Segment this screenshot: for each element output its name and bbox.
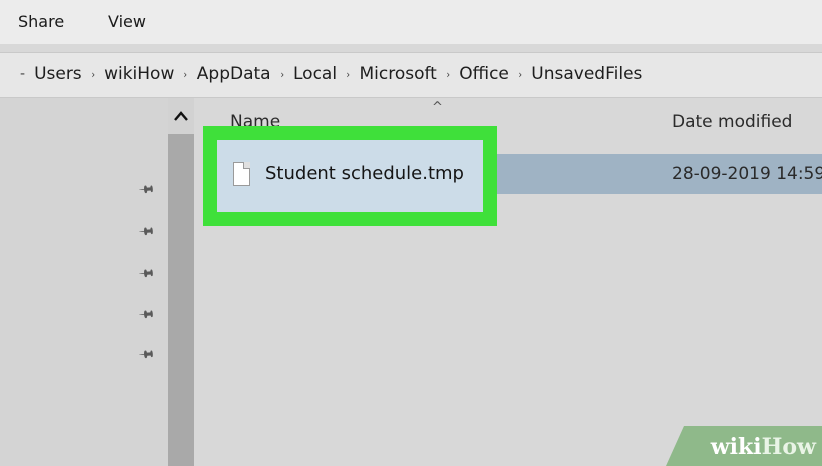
watermark-text-wiki: wiki: [710, 434, 762, 460]
column-header-date-modified[interactable]: Date modified: [672, 112, 792, 132]
pin-icon[interactable]: 🖈: [134, 177, 159, 204]
pin-icon[interactable]: 🖈: [134, 342, 159, 369]
chevron-up-icon: [174, 111, 188, 121]
breadcrumb-separator-icon[interactable]: ›: [347, 68, 351, 81]
file-explorer-window: Share View - Users › wikiHow › AppData ›…: [0, 0, 822, 466]
breadcrumb: - Users › wikiHow › AppData › Local › Mi…: [20, 64, 642, 84]
breadcrumb-separator-icon[interactable]: ›: [91, 68, 95, 81]
file-date-modified: 28-09-2019 14:59: [672, 164, 822, 184]
breadcrumb-separator-icon[interactable]: ›: [518, 68, 522, 81]
tab-share[interactable]: Share: [18, 12, 64, 31]
watermark-text-how: How: [761, 434, 816, 460]
pin-icon[interactable]: 🖈: [134, 219, 159, 246]
ribbon: Share View: [0, 0, 822, 44]
breadcrumb-office[interactable]: Office: [459, 64, 509, 84]
breadcrumb-unsavedfiles[interactable]: UnsavedFiles: [531, 64, 642, 84]
highlight-box: Student schedule.tmp: [203, 126, 497, 226]
address-bar[interactable]: - Users › wikiHow › AppData › Local › Mi…: [0, 52, 822, 98]
breadcrumb-appdata[interactable]: AppData: [197, 64, 271, 84]
watermark-logo: wikiHow: [711, 434, 816, 460]
document-icon: [233, 162, 250, 186]
watermark: wikiHow: [666, 426, 822, 466]
nav-scrollbar[interactable]: [168, 98, 194, 466]
pin-icon[interactable]: 🖈: [134, 302, 159, 329]
breadcrumb-local[interactable]: Local: [293, 64, 337, 84]
navigation-pane: 🖈 🖈 🖈 🖈 🖈: [0, 98, 168, 466]
breadcrumb-wikihow[interactable]: wikiHow: [104, 64, 174, 84]
breadcrumb-separator-icon[interactable]: ›: [184, 68, 188, 81]
breadcrumb-users[interactable]: Users: [34, 64, 82, 84]
tab-view[interactable]: View: [108, 12, 146, 31]
breadcrumb-separator-icon[interactable]: ›: [446, 68, 450, 81]
file-item[interactable]: Student schedule.tmp: [217, 140, 483, 212]
breadcrumb-lead: -: [20, 66, 26, 82]
file-name[interactable]: Student schedule.tmp: [265, 163, 464, 184]
scroll-up-icon[interactable]: [168, 98, 194, 134]
sort-indicator-icon: ^: [432, 100, 443, 115]
pin-icon[interactable]: 🖈: [134, 261, 159, 288]
breadcrumb-microsoft[interactable]: Microsoft: [359, 64, 436, 84]
breadcrumb-separator-icon[interactable]: ›: [280, 68, 284, 81]
